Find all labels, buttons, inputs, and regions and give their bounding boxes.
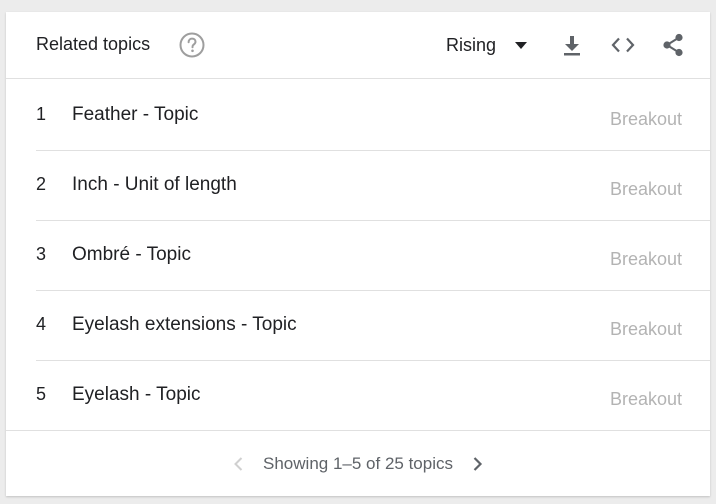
item-value: Breakout: [609, 319, 682, 339]
item-rank: 2: [36, 174, 47, 194]
download-icon[interactable]: [558, 31, 586, 59]
item-value: Breakout: [609, 249, 682, 269]
list-item[interactable]: 5 Eyelash - Topic Breakout: [36, 360, 710, 430]
share-icon[interactable]: [659, 31, 687, 59]
caret-down-icon: [515, 42, 528, 49]
item-topic: Inch - Unit of length: [72, 174, 237, 195]
list-item[interactable]: 1 Feather - Topic Breakout: [36, 80, 710, 151]
related-topics-card: Related topics Rising 1 Feather - Topic …: [6, 12, 710, 496]
item-rank: 1: [36, 104, 47, 124]
chevron-right-icon[interactable]: [467, 454, 487, 474]
item-topic: Eyelash - Topic: [72, 384, 201, 405]
help-circle-icon[interactable]: [179, 32, 205, 58]
item-topic: Eyelash extensions - Topic: [72, 314, 297, 335]
item-value: Breakout: [609, 109, 682, 129]
embed-code-icon[interactable]: [609, 31, 637, 59]
list-item[interactable]: 4 Eyelash extensions - Topic Breakout: [36, 290, 710, 361]
chevron-left-icon[interactable]: [229, 454, 249, 474]
item-topic: Ombré - Topic: [72, 244, 191, 265]
item-value: Breakout: [609, 179, 682, 199]
sort-dropdown[interactable]: Rising: [446, 32, 528, 58]
sort-dropdown-label: Rising: [446, 34, 497, 55]
pagination-text: Showing 1–5 of 25 topics: [263, 454, 453, 473]
widget-title: Related topics: [36, 34, 151, 54]
item-rank: 3: [36, 244, 47, 264]
item-value: Breakout: [609, 389, 682, 409]
list-item[interactable]: 2 Inch - Unit of length Breakout: [36, 150, 710, 221]
list-item[interactable]: 3 Ombré - Topic Breakout: [36, 220, 710, 291]
pagination: Showing 1–5 of 25 topics: [6, 431, 710, 497]
item-rank: 4: [36, 314, 47, 334]
item-rank: 5: [36, 384, 47, 404]
item-topic: Feather - Topic: [72, 104, 199, 125]
pagination-footer: Showing 1–5 of 25 topics: [6, 430, 710, 497]
card-header: Related topics Rising: [6, 12, 710, 79]
